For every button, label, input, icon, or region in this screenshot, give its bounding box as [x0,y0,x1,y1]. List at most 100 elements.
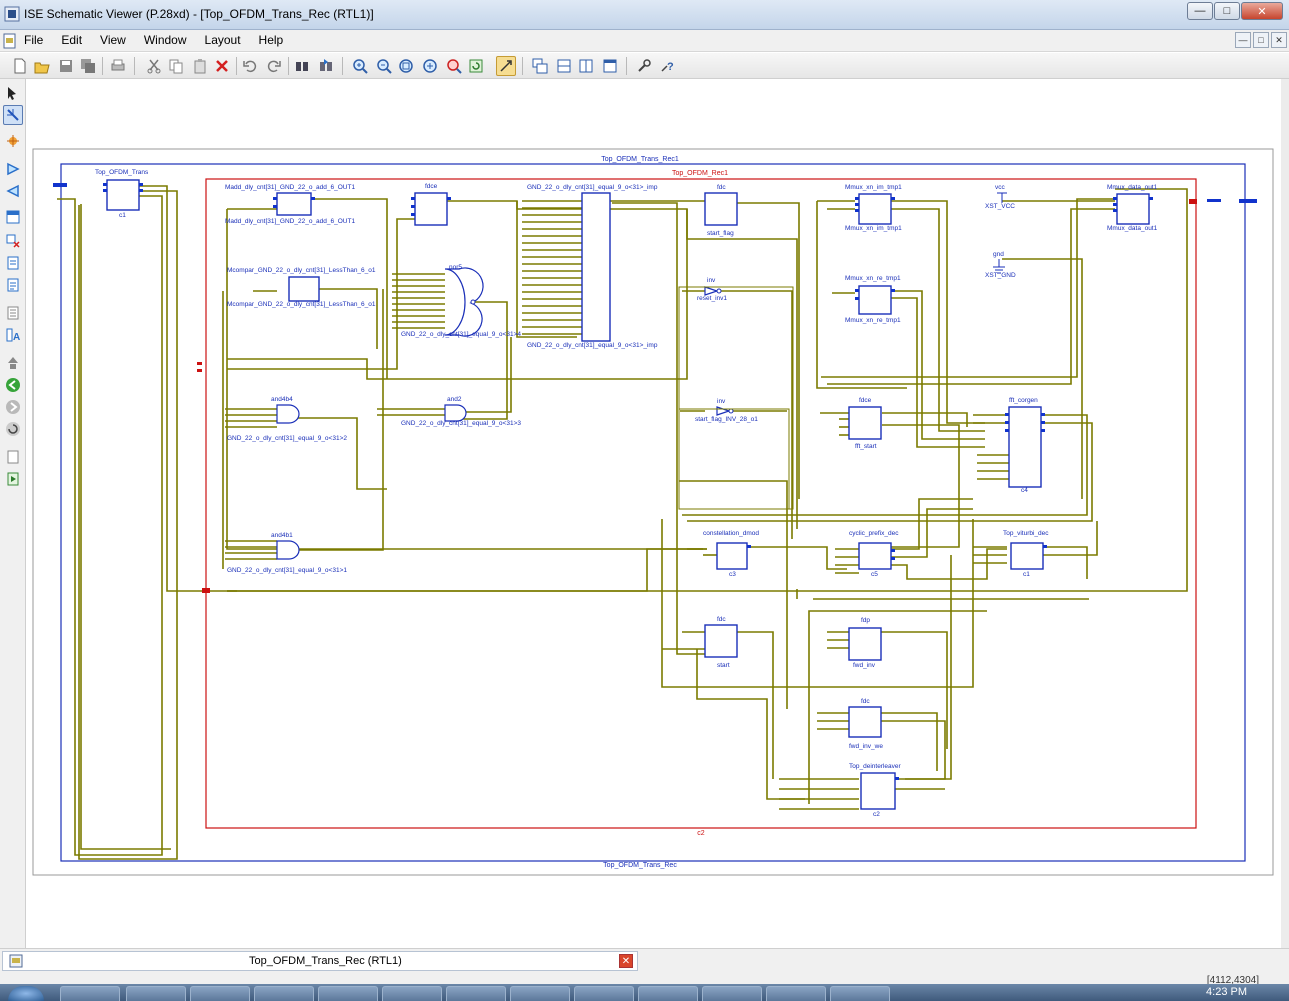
push-icon[interactable] [3,353,23,373]
menu-window[interactable]: Window [144,33,195,47]
top-viterbi-dec-block[interactable] [1010,542,1044,570]
print-icon[interactable] [108,56,128,76]
schematic-canvas[interactable]: Top_OFDM_Trans_Rec1 Top_OFDM_Trans_Rec T… [27,79,1281,948]
hierarchy-down-icon[interactable] [3,275,23,295]
taskbar-app-skype[interactable] [254,986,314,1001]
menu-view[interactable]: View [100,33,134,47]
tile-vertical-icon[interactable] [576,56,596,76]
menu-edit[interactable]: Edit [61,33,90,47]
add-buffer-icon[interactable] [3,159,23,179]
cascade-icon[interactable] [530,56,550,76]
zoom-area-icon[interactable] [420,56,440,76]
inv-start-flag-gate[interactable] [716,406,731,416]
and2-gate[interactable] [444,404,467,422]
add-net-icon[interactable] [3,131,23,151]
taskbar-app-schematic[interactable] [830,986,890,1001]
hierarchy-up-icon[interactable] [3,253,23,273]
refresh-icon[interactable] [466,56,486,76]
redo-icon[interactable] [264,56,284,76]
close-tab-icon[interactable]: ✕ [619,954,633,968]
document-icon[interactable] [2,33,18,49]
fdc-start-flag-block[interactable] [704,192,738,226]
fdc-fwd-inv-we-block[interactable] [848,706,882,738]
save-all-icon[interactable] [78,56,98,76]
maximize-button[interactable]: □ [1214,2,1240,20]
tile-horizontal-icon[interactable] [554,56,574,76]
taskbar-app-word[interactable] [766,986,826,1001]
remove-symbol-icon[interactable] [3,231,23,251]
run-icon[interactable] [3,469,23,489]
zoom-full-icon[interactable] [396,56,416,76]
zoom-out-icon[interactable] [374,56,394,76]
taskbar-app-kmplayer[interactable] [510,986,570,1001]
paste-icon[interactable] [190,56,210,76]
page-icon[interactable] [3,447,23,467]
undo-icon[interactable] [240,56,260,76]
doc-close-button[interactable]: ✕ [1271,32,1287,48]
start-button[interactable] [8,986,44,1001]
attribute-icon[interactable]: A [3,325,23,345]
taskbar-app-opera[interactable] [126,986,186,1001]
taskbar-app-explorer[interactable] [60,986,120,1001]
zoom-to-selected-icon[interactable] [444,56,464,76]
fdc-start-block[interactable] [704,624,738,658]
taskbar-app-excel[interactable] [446,986,506,1001]
fdp-fwd-inv-block[interactable] [848,627,882,661]
menu-layout[interactable]: Layout [205,33,249,47]
and4b1-gate[interactable] [276,540,300,560]
new-icon[interactable] [10,56,30,76]
pan-icon[interactable] [496,56,516,76]
properties-icon[interactable] [634,56,654,76]
taskbar-app-skype2[interactable] [574,986,634,1001]
taskbar-app-network[interactable] [638,986,698,1001]
window-icon[interactable] [600,56,620,76]
delete-icon[interactable] [212,56,232,76]
gnd-equal-block[interactable] [581,192,611,342]
mcompar-block[interactable] [288,276,320,302]
find-icon[interactable] [292,56,312,76]
taskbar-app-firefox[interactable] [190,986,250,1001]
doc-restore-button[interactable]: □ [1253,32,1269,48]
top-ofdm-trans-block[interactable] [106,179,140,211]
doc-minimize-button[interactable]: — [1235,32,1251,48]
top-deinterleaver-block[interactable] [860,772,896,810]
inner-block[interactable] [205,178,1197,829]
mmux-data-out-block[interactable] [1116,193,1150,225]
and4b4-gate[interactable] [276,404,300,424]
add-port-icon[interactable] [3,181,23,201]
cut-icon[interactable] [144,56,164,76]
add-text-icon[interactable] [3,303,23,323]
tab-top-ofdm-trans-rec[interactable]: Top_OFDM_Trans_Rec (RTL1) ✕ [2,951,638,971]
madd-block[interactable] [276,192,312,216]
fdce-fft-start-block[interactable] [848,406,882,440]
svg-text:A: A [13,332,20,343]
mmux-xn-im-block[interactable] [858,193,892,225]
open-icon[interactable] [32,56,52,76]
menu-help[interactable]: Help [259,33,292,47]
forward-icon[interactable] [3,397,23,417]
taskbar-app-ise[interactable] [382,986,442,1001]
reload-icon[interactable] [3,419,23,439]
label-gnd-type: gnd [993,251,1004,258]
minimize-button[interactable]: — [1187,2,1213,20]
cyclic-prefix-dec-block[interactable] [858,542,892,570]
vertical-scrollbar[interactable] [1281,79,1289,948]
mmux-xn-re-block[interactable] [858,285,892,315]
copy-icon[interactable] [166,56,186,76]
constellation-dmod-block[interactable] [716,542,748,570]
close-window-button[interactable]: ✕ [1241,2,1283,20]
fdce-block[interactable] [414,192,448,226]
fft-corgen-block[interactable] [1008,406,1042,488]
add-symbol-icon[interactable] [3,207,23,227]
select-icon[interactable] [3,83,23,103]
menu-file[interactable]: File [24,33,51,47]
inv-reset-gate[interactable] [704,286,719,296]
taskbar-app-window[interactable] [702,986,762,1001]
back-icon[interactable] [3,375,23,395]
find-next-icon[interactable] [316,56,336,76]
add-wire-icon[interactable] [3,105,23,125]
taskbar-app-folder[interactable] [318,986,378,1001]
zoom-in-icon[interactable] [350,56,370,76]
help-icon[interactable]: ? [658,56,678,76]
save-icon[interactable] [56,56,76,76]
